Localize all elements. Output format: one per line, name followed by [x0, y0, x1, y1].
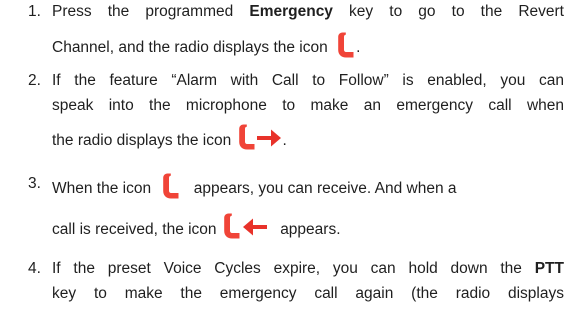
step-line: speak into the microphone to make an eme… [52, 97, 564, 114]
ptt-key-label: PTT [534, 260, 564, 277]
step-number: 1. [28, 3, 41, 20]
document-page: { "steps": [ { "number": "1.", "l1_pre":… [0, 0, 575, 319]
step-line: Press the programmed Emergency key to go… [52, 3, 564, 20]
step-number: 3. [28, 175, 41, 192]
incoming-call-icon [224, 213, 267, 239]
emergency-phone-icon [161, 172, 181, 200]
step-line: If the preset Voice Cycles expire, you c… [52, 260, 564, 277]
step-number: 4. [28, 260, 41, 277]
step-line: the radio displays the icon . [52, 124, 287, 156]
step-line: When the icon appears, you can receive. … [52, 175, 457, 203]
emergency-key-label: Emergency [249, 3, 333, 20]
step-line: If the feature “Alarm with Call to Follo… [52, 72, 564, 89]
outgoing-call-icon [238, 124, 281, 150]
emergency-phone-icon [336, 31, 356, 59]
step-line: call is received, the icon appears. [52, 213, 341, 245]
step-line: key to make the emergency call again (th… [52, 285, 564, 302]
step-line: Channel, and the radio displays the icon… [52, 34, 360, 62]
step-number: 2. [28, 72, 41, 89]
